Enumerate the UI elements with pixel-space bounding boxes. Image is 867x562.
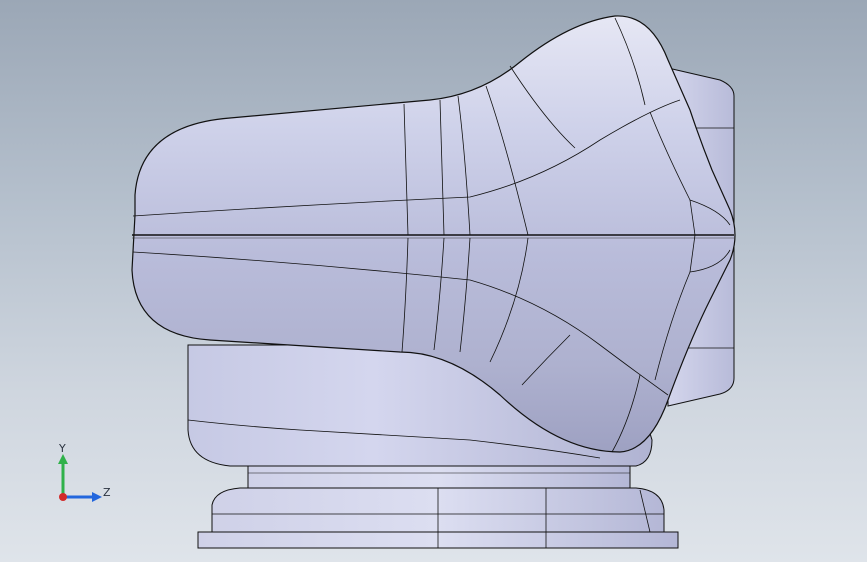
base-flange[interactable] [197,487,679,549]
cad-graphics-viewport[interactable]: Y Z [0,0,867,562]
z-axis-label: Z [103,486,111,499]
coordinate-triad: Y Z [50,440,120,510]
neck-ring[interactable] [247,465,631,489]
camera-housing-model[interactable] [0,0,867,562]
y-axis-label: Y [59,442,66,455]
